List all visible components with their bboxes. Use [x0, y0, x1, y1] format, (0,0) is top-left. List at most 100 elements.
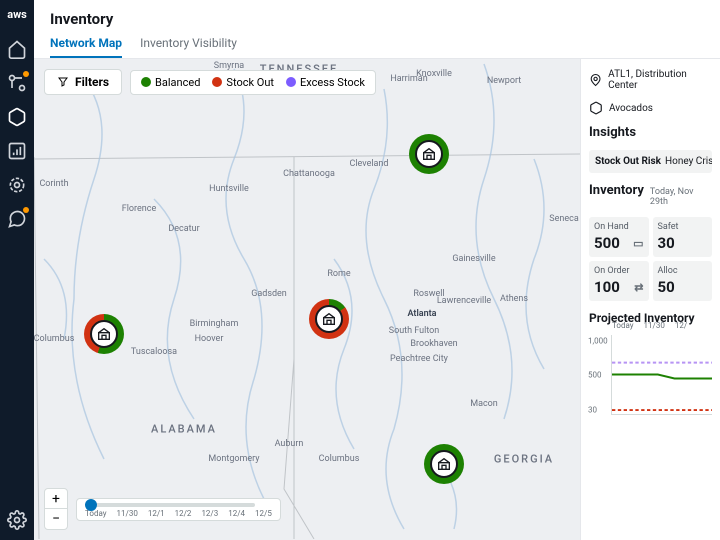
cell-label: On Hand [594, 222, 644, 232]
cell-value: 50 [658, 278, 675, 296]
cell-label: On Order [594, 266, 644, 276]
timeline-label: 12/2 [175, 509, 192, 518]
location-icon [589, 73, 602, 87]
inventory-grid: On Hand 500▭ Safet 30 On Order 100 ⇄ Allo… [589, 217, 712, 301]
cell-value: 100 [594, 278, 620, 296]
nav-analytics-icon[interactable] [7, 141, 27, 161]
inventory-node[interactable] [84, 314, 124, 354]
city-label: Atlanta [407, 309, 436, 319]
zoom-buttons: + − [44, 488, 68, 530]
location-name: ATL1, Distribution Center [608, 69, 712, 91]
city-label: Corinth [39, 179, 68, 189]
city-label: Macon [470, 399, 498, 409]
city-label: Montgomery [208, 454, 259, 464]
y-label: 30 [588, 406, 597, 415]
inventory-node[interactable] [424, 444, 464, 484]
city-label: Lawrenceville [437, 296, 491, 306]
nav-processing-icon[interactable] [7, 175, 27, 195]
timeline-labels: Today 11/30 12/1 12/2 12/3 12/4 12/5 [85, 509, 272, 518]
page-header: Inventory Network Map Inventory Visibili… [34, 0, 720, 59]
legend-dot-icon [141, 77, 151, 87]
nav-home-icon[interactable] [7, 39, 27, 59]
city-label: Harriman [390, 74, 427, 84]
city-label: Decatur [168, 224, 199, 234]
nav-settings-icon[interactable] [7, 510, 27, 530]
city-label: Brookhaven [410, 339, 457, 349]
timeline-slider[interactable]: Today 11/30 12/1 12/2 12/3 12/4 12/5 [76, 498, 281, 521]
slider-track[interactable] [85, 503, 255, 507]
legend-excess: Excess Stock [286, 76, 365, 89]
y-label: 1,000 [588, 337, 608, 346]
cell-value: 500 [594, 234, 620, 252]
y-label: 500 [588, 370, 602, 379]
cell-value: 30 [658, 234, 675, 252]
city-label: Florence [122, 204, 157, 214]
zoom-in-button[interactable]: + [45, 489, 67, 509]
transfer-icon: ⇄ [634, 281, 643, 294]
x-label: 11/30 [644, 321, 665, 330]
tab-inventory-visibility[interactable]: Inventory Visibility [140, 36, 237, 58]
workspace: ALABAMA GEORGIA TENNESSEE Atlanta Birmin… [34, 59, 720, 540]
timeline-label: 12/4 [228, 509, 245, 518]
city-label: Hoover [195, 334, 224, 344]
legend-dot-icon [212, 77, 222, 87]
legend-label: Balanced [155, 76, 200, 89]
legend-stock-out: Stock Out [212, 76, 274, 89]
filters-button[interactable]: Filters [44, 69, 122, 95]
inventory-title: Inventory [589, 183, 644, 198]
timeline-label: 11/30 [117, 509, 138, 518]
inventory-date: Today, Nov 29th [650, 187, 712, 207]
city-label: Gadsden [251, 289, 287, 299]
filter-icon [57, 76, 69, 88]
zoom-out-button[interactable]: − [45, 509, 67, 529]
location-row: ATL1, Distribution Center [589, 69, 712, 91]
city-label: South Fulton [389, 326, 440, 336]
inventory-node[interactable] [309, 299, 349, 339]
map-area[interactable]: ALABAMA GEORGIA TENNESSEE Atlanta Birmin… [34, 59, 580, 540]
notification-dot-icon [23, 207, 29, 213]
nav-inventory-icon[interactable] [7, 107, 27, 127]
legend-label: Excess Stock [300, 76, 365, 89]
legend-dot-icon [286, 77, 296, 87]
city-label: Columbus [34, 334, 74, 344]
product-row: Avocados [589, 101, 712, 115]
inventory-alloc: Alloc 50 [653, 261, 713, 301]
side-nav: aws [0, 0, 34, 540]
state-label: GEORGIA [494, 453, 554, 466]
legend: Balanced Stock Out Excess Stock [130, 70, 376, 95]
city-label: Auburn [275, 439, 304, 449]
legend-label: Stock Out [226, 76, 274, 89]
timeline-label: 12/1 [148, 509, 165, 518]
inventory-node[interactable] [409, 134, 449, 174]
projected-inventory-chart: Today 11/30 12/ 1,000 500 30 [611, 335, 712, 415]
city-label: Athens [500, 294, 528, 304]
chart-x-labels: Today 11/30 12/ [612, 321, 712, 330]
tab-network-map[interactable]: Network Map [50, 36, 122, 58]
insight-detail: Honey Crisp A [665, 156, 712, 167]
aws-logo: aws [7, 8, 27, 21]
slider-thumb[interactable] [85, 499, 97, 511]
nav-chat-icon[interactable] [7, 209, 27, 229]
x-label: Today [612, 321, 634, 330]
cell-label: Safet [658, 222, 708, 232]
city-label: Gainesville [452, 254, 495, 264]
cell-label: Alloc [658, 266, 708, 276]
city-label: Peachtree City [390, 354, 448, 364]
product-icon [589, 101, 603, 115]
inventory-on-hand: On Hand 500▭ [589, 217, 649, 257]
notification-dot-icon [23, 71, 29, 77]
insight-card[interactable]: Stock Out Risk Honey Crisp A [589, 150, 712, 173]
page-title: Inventory [50, 10, 704, 28]
timeline-label: 12/3 [201, 509, 218, 518]
filters-label: Filters [75, 75, 109, 89]
inventory-on-order: On Order 100 ⇄ [589, 261, 649, 301]
city-label: Birmingham [190, 319, 239, 329]
zoom-timeline-controls: + − Today 11/30 12/1 12/2 12/3 12/4 12/5 [44, 488, 281, 530]
map-controls: Filters Balanced Stock Out Excess Stock [44, 69, 376, 95]
map-background [34, 59, 580, 539]
city-label: Huntsville [209, 184, 249, 194]
city-label: Cleveland [350, 159, 389, 169]
inventory-safety: Safet 30 [653, 217, 713, 257]
product-name: Avocados [609, 103, 653, 114]
nav-network-icon[interactable] [7, 73, 27, 93]
